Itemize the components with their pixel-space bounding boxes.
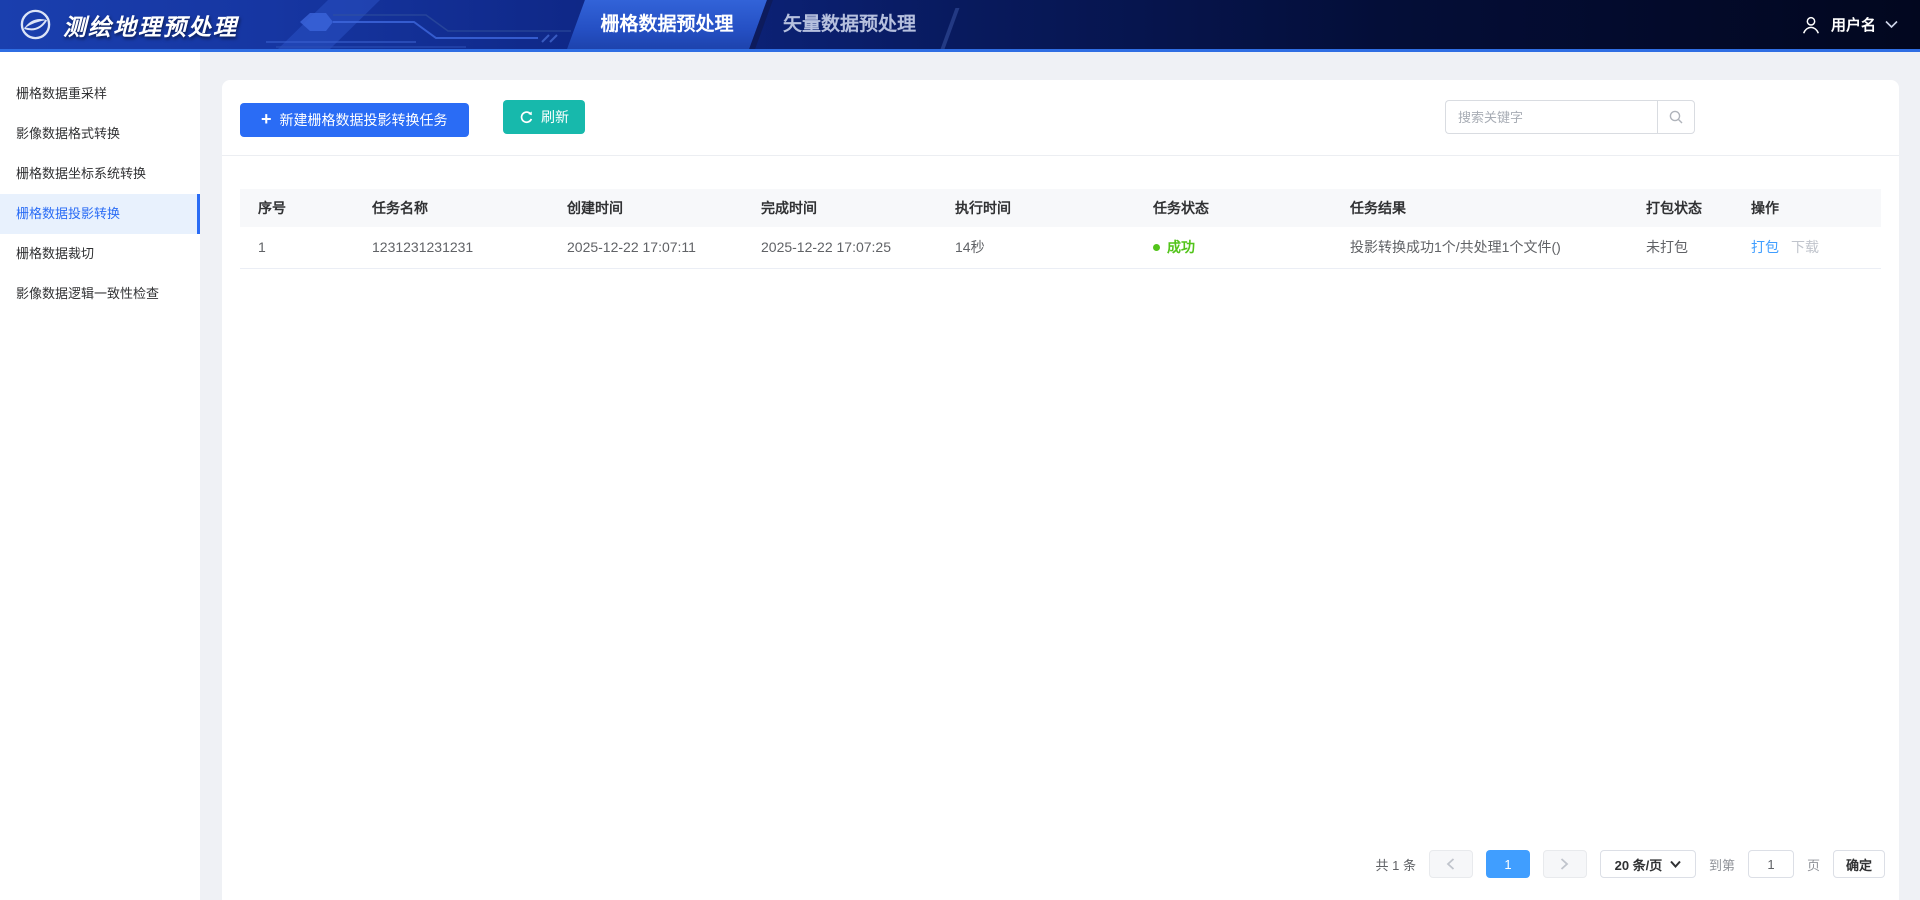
cell-package-status: 未打包 [1628,227,1733,269]
goto-prefix-label: 到第 [1709,855,1735,874]
chevron-down-icon [1670,860,1681,868]
col-header-index: 序号 [240,189,354,227]
sidebar: 栅格数据重采样 影像数据格式转换 栅格数据坐标系统转换 栅格数据投影转换 栅格数… [0,52,200,900]
goto-suffix-label: 页 [1807,855,1820,874]
search-button[interactable] [1657,100,1695,134]
cell-exec-time: 14秒 [937,227,1135,269]
pagination: 共 1 条 1 20 条/页 [1375,850,1885,878]
app-root: 测绘地理预处理 栅格数据预处理 矢量数据预处理 用户名 栅格数据重采样 影像数据… [0,0,1920,900]
search-group [1445,100,1695,134]
user-menu[interactable]: 用户名 [1800,0,1898,49]
tab-raster-preprocessing[interactable]: 栅格数据预处理 [576,0,758,49]
orbit-globe-logo-icon [18,7,53,42]
sidebar-item-raster-projection-convert[interactable]: 栅格数据投影转换 [0,194,200,234]
tasks-table: 序号 任务名称 创建时间 完成时间 执行时间 任务状态 任务结果 打包状态 操作 [240,189,1881,270]
goto-confirm-button[interactable]: 确定 [1833,850,1885,878]
col-header-actions: 操作 [1733,189,1881,227]
user-name: 用户名 [1831,14,1876,35]
col-header-package-status: 打包状态 [1628,189,1733,227]
sidebar-item-image-format-convert[interactable]: 影像数据格式转换 [0,114,200,154]
search-input[interactable] [1445,100,1657,134]
pagination-next-button[interactable] [1543,850,1587,878]
chevron-right-icon [1560,858,1569,870]
table-row: 1 1231231231231 2025-12-22 17:07:11 2025… [240,227,1881,269]
col-header-task-result: 任务结果 [1332,189,1628,227]
pagination-prev-button[interactable] [1429,850,1473,878]
sidebar-item-raster-clip[interactable]: 栅格数据裁切 [0,234,200,274]
top-header: 测绘地理预处理 栅格数据预处理 矢量数据预处理 用户名 [0,0,1920,52]
content-card: + 新建栅格数据投影转换任务 刷新 [222,80,1899,900]
pagination-page-1[interactable]: 1 [1486,850,1530,878]
circuit-decoration [266,0,606,49]
pagination-total: 共 1 条 [1375,855,1415,874]
table-header-row: 序号 任务名称 创建时间 完成时间 执行时间 任务状态 任务结果 打包状态 操作 [240,189,1881,227]
col-header-created-time: 创建时间 [549,189,743,227]
status-text: 成功 [1167,237,1195,257]
app-logo: 测绘地理预处理 [18,7,238,42]
package-link[interactable]: 打包 [1751,239,1779,255]
tab-divider-slash [941,8,960,49]
page-size-select[interactable]: 20 条/页 [1600,850,1696,878]
tab-vector-preprocessing[interactable]: 矢量数据预处理 [762,0,937,49]
plus-icon: + [261,110,272,128]
download-link[interactable]: 下载 [1791,239,1819,255]
cell-finished-time: 2025-12-22 17:07:25 [743,227,937,269]
chevron-down-icon [1885,20,1898,29]
col-header-task-status: 任务状态 [1135,189,1332,227]
chevron-left-icon [1446,858,1455,870]
cell-index: 1 [240,227,354,269]
col-header-finished-time: 完成时间 [743,189,937,227]
cell-task-result: 投影转换成功1个/共处理1个文件() [1332,227,1628,269]
app-title: 测绘地理预处理 [63,8,238,42]
main-panel: + 新建栅格数据投影转换任务 刷新 [200,52,1920,900]
cell-actions: 打包下载 [1733,227,1881,269]
search-icon [1668,109,1684,125]
toolbar: + 新建栅格数据投影转换任务 刷新 [222,80,1899,156]
col-header-task-name: 任务名称 [354,189,549,227]
cell-created-time: 2025-12-22 17:07:11 [549,227,743,269]
col-header-exec-time: 执行时间 [937,189,1135,227]
tasks-table-wrap: 序号 任务名称 创建时间 完成时间 执行时间 任务状态 任务结果 打包状态 操作 [222,189,1899,270]
sidebar-item-image-logic-check[interactable]: 影像数据逻辑一致性检查 [0,274,200,314]
refresh-button[interactable]: 刷新 [503,100,585,134]
goto-page-input[interactable] [1748,850,1794,878]
new-task-button[interactable]: + 新建栅格数据投影转换任务 [240,103,469,137]
content-area: 栅格数据重采样 影像数据格式转换 栅格数据坐标系统转换 栅格数据投影转换 栅格数… [0,52,1920,900]
sidebar-item-raster-resample[interactable]: 栅格数据重采样 [0,74,200,114]
status-dot-icon [1153,244,1160,251]
person-icon [1800,14,1822,36]
sidebar-item-raster-coordsys-convert[interactable]: 栅格数据坐标系统转换 [0,154,200,194]
cell-task-name: 1231231231231 [354,227,549,269]
cell-task-status: 成功 [1135,227,1332,269]
refresh-icon [519,110,534,125]
